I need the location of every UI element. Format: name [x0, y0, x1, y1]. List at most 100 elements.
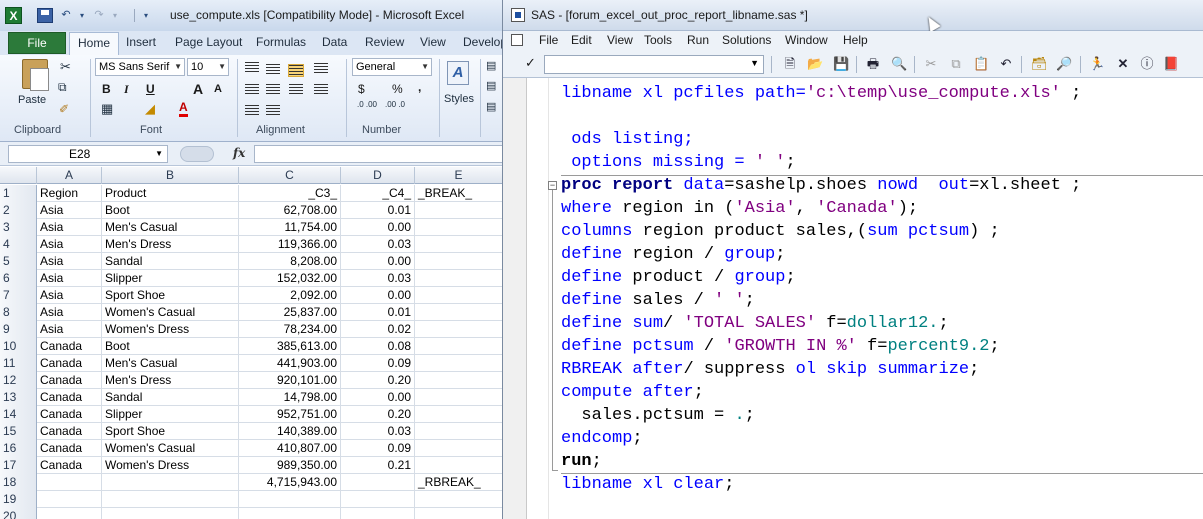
- menu-edit[interactable]: Edit: [571, 33, 592, 47]
- cell-b[interactable]: Boot: [102, 202, 239, 218]
- decrease-decimal-button[interactable]: .00 .0: [384, 101, 406, 109]
- cell-e[interactable]: [415, 219, 502, 235]
- cell-c[interactable]: 152,032.00: [239, 270, 341, 286]
- row-header[interactable]: 20: [0, 508, 37, 519]
- cell-e[interactable]: [415, 372, 502, 388]
- cell-c[interactable]: 4,715,943.00: [239, 474, 341, 490]
- menu-tools[interactable]: Tools: [644, 33, 672, 47]
- cell-c[interactable]: 62,708.00: [239, 202, 341, 218]
- paste-button-label[interactable]: Paste: [18, 94, 46, 106]
- row-header[interactable]: 16: [0, 440, 37, 457]
- row-header[interactable]: 11: [0, 355, 37, 372]
- cell-c[interactable]: 119,366.00: [239, 236, 341, 252]
- cell-a[interactable]: [37, 508, 102, 519]
- grow-font-button[interactable]: A: [193, 81, 203, 97]
- cell-c[interactable]: 25,837.00: [239, 304, 341, 320]
- cell-b[interactable]: Sport Shoe: [102, 423, 239, 439]
- tab-insert[interactable]: Insert: [126, 35, 156, 49]
- cell-d[interactable]: 0.00: [341, 253, 415, 269]
- help-icon[interactable]: 📕: [1163, 56, 1179, 72]
- name-box[interactable]: E28 ▼: [8, 145, 168, 163]
- cut-icon[interactable]: ✂: [923, 56, 939, 72]
- cell-b[interactable]: Women's Casual: [102, 304, 239, 320]
- cell-d[interactable]: 0.03: [341, 236, 415, 252]
- cell-a[interactable]: Asia: [37, 236, 102, 252]
- cell-b[interactable]: Women's Dress: [102, 457, 239, 473]
- number-format-combo[interactable]: General ▼: [352, 58, 432, 76]
- copy-icon[interactable]: ⧉: [948, 56, 964, 72]
- cell-b[interactable]: Women's Casual: [102, 440, 239, 456]
- increase-indent-icon[interactable]: [266, 105, 280, 116]
- cell-d[interactable]: 0.01: [341, 202, 415, 218]
- cell-a[interactable]: Region: [37, 185, 102, 201]
- row-header[interactable]: 14: [0, 406, 37, 423]
- increase-decimal-button[interactable]: .0 .00: [356, 101, 378, 109]
- cell-e[interactable]: [415, 338, 502, 354]
- cell-e[interactable]: [415, 406, 502, 422]
- print-icon[interactable]: 🖶: [865, 56, 881, 72]
- clear-icon[interactable]: ✕: [1115, 56, 1131, 72]
- tab-data[interactable]: Data: [322, 35, 347, 49]
- redo-icon[interactable]: ↷: [91, 8, 107, 23]
- cell-b[interactable]: Men's Dress: [102, 236, 239, 252]
- cell-d[interactable]: 0.08: [341, 338, 415, 354]
- cell-c[interactable]: [239, 508, 341, 519]
- row-header[interactable]: 15: [0, 423, 37, 440]
- cell-b[interactable]: [102, 508, 239, 519]
- cell-d[interactable]: 0.00: [341, 389, 415, 405]
- program-editor[interactable]: − libname xl pcfiles path='c:\temp\use_c…: [503, 78, 1203, 519]
- row-header[interactable]: 17: [0, 457, 37, 474]
- cell-b[interactable]: Slipper: [102, 406, 239, 422]
- menu-window[interactable]: Window: [785, 33, 828, 47]
- align-left-icon[interactable]: [245, 84, 259, 95]
- styles-icon[interactable]: A: [447, 61, 469, 85]
- cell-b[interactable]: [102, 491, 239, 507]
- cell-b[interactable]: Sport Shoe: [102, 287, 239, 303]
- cell-c[interactable]: 441,903.00: [239, 355, 341, 371]
- cell-e[interactable]: [415, 270, 502, 286]
- currency-button[interactable]: $: [358, 82, 365, 96]
- run-icon[interactable]: 🏃: [1089, 56, 1105, 72]
- cell-d[interactable]: 0.21: [341, 457, 415, 473]
- row-header[interactable]: 5: [0, 253, 37, 270]
- cell-a[interactable]: Canada: [37, 457, 102, 473]
- tab-view[interactable]: View: [420, 35, 446, 49]
- paste-icon[interactable]: [22, 59, 49, 91]
- undo-icon[interactable]: ↶: [998, 56, 1014, 72]
- row-header[interactable]: 18: [0, 474, 37, 491]
- cell-a[interactable]: [37, 491, 102, 507]
- align-center-icon[interactable]: [266, 84, 280, 95]
- cell-d[interactable]: 0.03: [341, 270, 415, 286]
- command-box[interactable]: ▼: [544, 55, 764, 74]
- cell-d[interactable]: 0.09: [341, 440, 415, 456]
- menu-file[interactable]: File: [539, 33, 558, 47]
- borders-icon[interactable]: ▦: [101, 101, 113, 117]
- font-size-combo[interactable]: 10 ▼: [187, 58, 229, 76]
- row-header[interactable]: 1: [0, 185, 37, 202]
- cell-a[interactable]: Canada: [37, 423, 102, 439]
- cell-e[interactable]: [415, 304, 502, 320]
- comma-button[interactable]: ,: [418, 80, 421, 94]
- save-icon[interactable]: 💾: [833, 56, 849, 72]
- cell-b[interactable]: Boot: [102, 338, 239, 354]
- cell-a[interactable]: Canada: [37, 355, 102, 371]
- cell-d[interactable]: [341, 508, 415, 519]
- cell-d[interactable]: 0.03: [341, 423, 415, 439]
- cell-d[interactable]: [341, 491, 415, 507]
- row-header[interactable]: 19: [0, 491, 37, 508]
- cell-b[interactable]: Sandal: [102, 253, 239, 269]
- cell-d[interactable]: 0.00: [341, 287, 415, 303]
- column-header-a[interactable]: A: [37, 167, 102, 184]
- column-header-c[interactable]: C: [239, 167, 341, 184]
- insert-function-icon[interactable]: fx: [233, 146, 245, 160]
- column-header-e[interactable]: E: [415, 167, 502, 184]
- cell-d[interactable]: 0.20: [341, 372, 415, 388]
- cell-d[interactable]: 0.00: [341, 219, 415, 235]
- cell-a[interactable]: Asia: [37, 287, 102, 303]
- cell-e[interactable]: [415, 202, 502, 218]
- cell-b[interactable]: Men's Dress: [102, 372, 239, 388]
- cell-a[interactable]: Canada: [37, 440, 102, 456]
- cell-b[interactable]: Product: [102, 185, 239, 201]
- tab-home[interactable]: Home: [69, 32, 120, 55]
- cell-c[interactable]: 140,389.00: [239, 423, 341, 439]
